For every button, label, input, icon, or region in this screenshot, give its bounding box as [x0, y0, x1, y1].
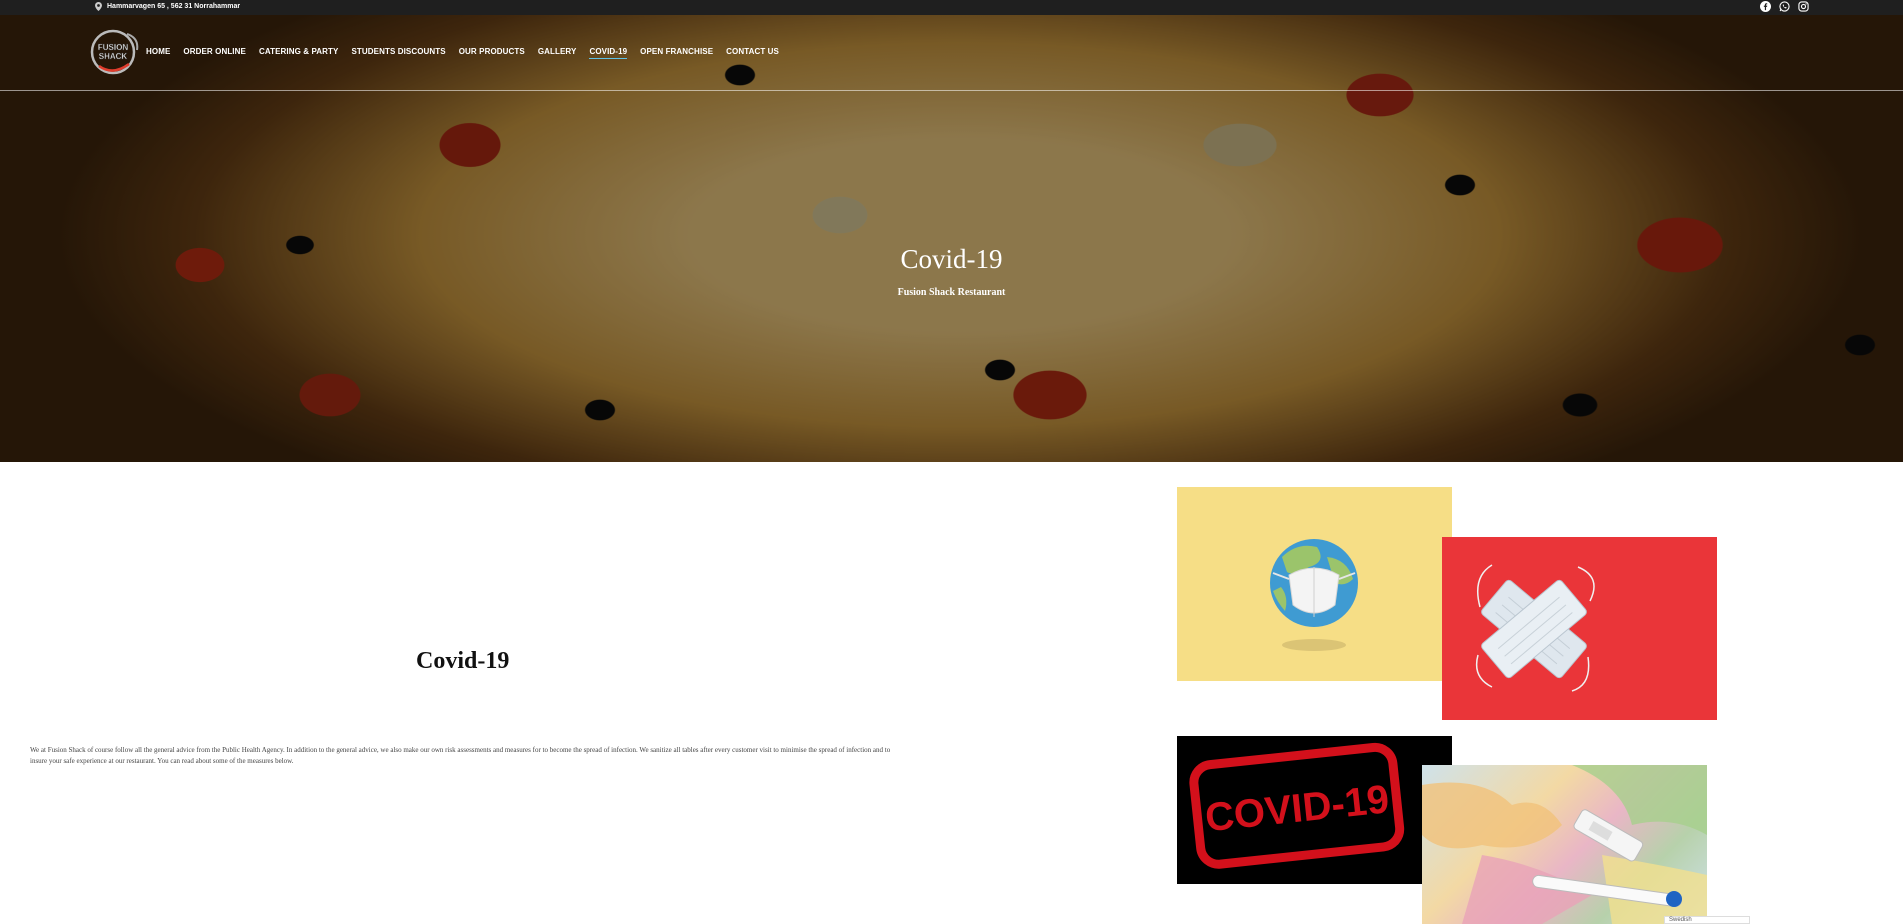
- nav-open-franchise[interactable]: OPEN FRANCHISE: [640, 47, 713, 59]
- logo-text-1: FUSION: [98, 43, 128, 52]
- nav-catering-party[interactable]: CATERING & PARTY: [259, 47, 339, 59]
- whatsapp-icon[interactable]: [1779, 1, 1790, 12]
- europe-map-test-image: [1422, 765, 1707, 924]
- hero-subtitle: Fusion Shack Restaurant: [897, 287, 1006, 298]
- covid-stamp-illustration: COVID-19: [1189, 742, 1405, 869]
- address: Hammarvagen 65 , 562 31 Norrahammar: [95, 2, 240, 11]
- language-selected: Swedish: [1669, 917, 1692, 923]
- main-nav: HOME ORDER ONLINE CATERING & PARTY STUDE…: [146, 47, 792, 59]
- address-text: Hammarvagen 65 , 562 31 Norrahammar: [107, 3, 241, 10]
- logo-text-2: SHACK: [99, 52, 128, 61]
- globe-mask-image: [1177, 487, 1452, 681]
- nav-contact-us[interactable]: CONTACT US: [726, 47, 779, 59]
- hero-overlay: [0, 15, 1903, 462]
- facebook-icon[interactable]: [1760, 1, 1771, 12]
- hero-title: Covid-19: [900, 244, 1003, 274]
- section-text: We at Fusion Shack of course follow all …: [30, 746, 891, 765]
- nav-gallery[interactable]: GALLERY: [538, 47, 577, 59]
- hero-banner: [0, 15, 1903, 462]
- nav-order-online[interactable]: ORDER ONLINE: [183, 47, 246, 59]
- globe-mask-illustration: [1270, 539, 1358, 651]
- map-test-kit-illustration: [1422, 765, 1707, 924]
- location-pin-icon: [95, 2, 102, 11]
- section-title: Covid-19: [416, 648, 510, 674]
- fusion-shack-logo[interactable]: FUSION SHACK: [89, 26, 145, 78]
- crossed-masks-image: [1442, 537, 1717, 720]
- nav-divider: [0, 90, 1903, 91]
- nav-home[interactable]: HOME: [146, 47, 170, 59]
- nav-covid-19[interactable]: COVID-19: [589, 47, 628, 59]
- language-selector[interactable]: Swedish: [1664, 916, 1750, 924]
- social-links: [1760, 1, 1809, 12]
- crossed-masks-illustration: [1475, 564, 1595, 692]
- nav-students-discounts[interactable]: STUDENTS DISCOUNTS: [351, 47, 445, 59]
- stamp-text: COVID-19: [1203, 777, 1391, 840]
- instagram-icon[interactable]: [1798, 1, 1809, 12]
- covid-stamp-image: COVID-19: [1177, 736, 1452, 884]
- nav-our-products[interactable]: OUR PRODUCTS: [459, 47, 525, 59]
- top-bar: Hammarvagen 65 , 562 31 Norrahammar: [0, 0, 1903, 15]
